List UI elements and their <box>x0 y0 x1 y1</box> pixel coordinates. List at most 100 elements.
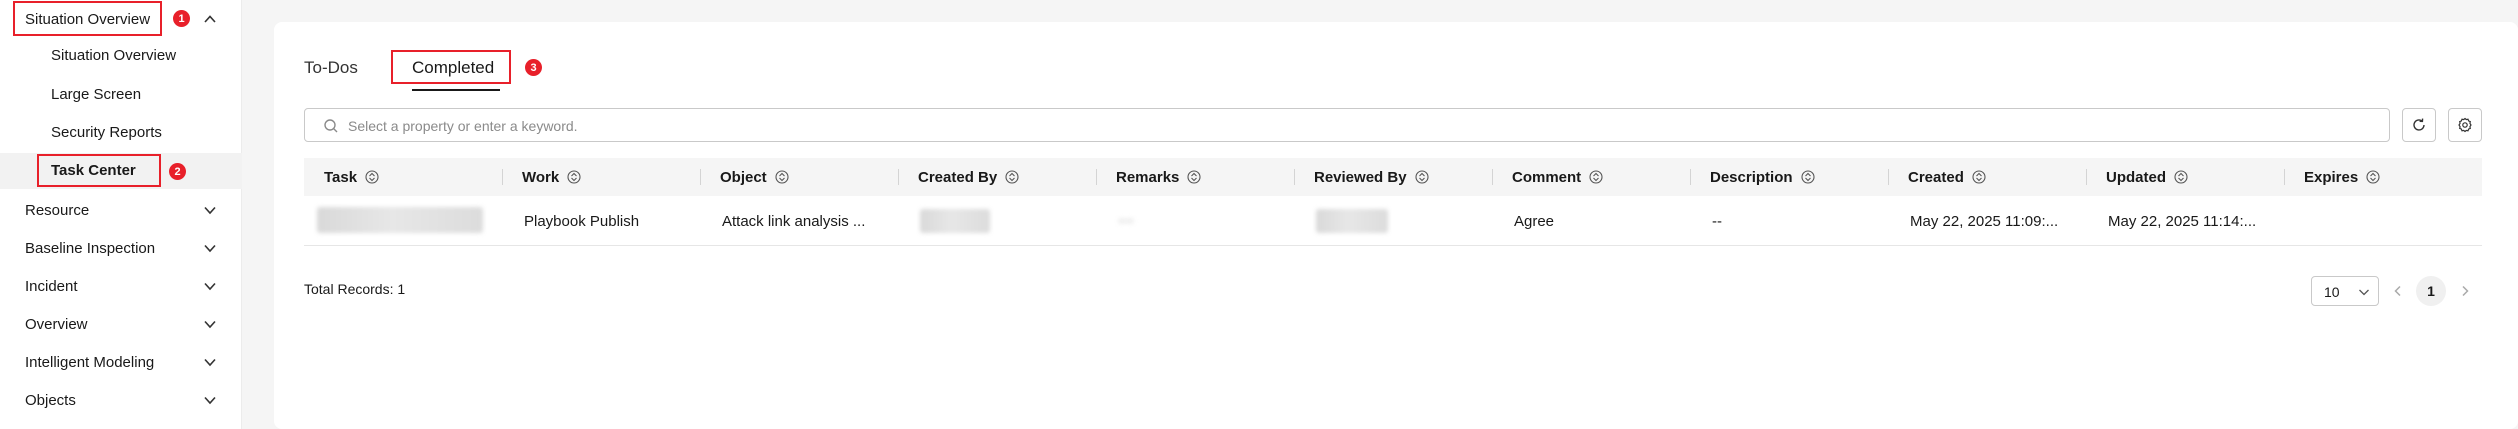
refresh-icon <box>2413 118 2425 131</box>
reviewed-by-redacted <box>1316 209 1388 233</box>
cell-work: Playbook Publish <box>524 212 640 230</box>
chevron-down-icon <box>204 244 216 253</box>
sort-icon[interactable] <box>567 170 581 184</box>
cell-description: -- <box>1712 212 1722 230</box>
sidebar-item-incident[interactable]: Incident <box>0 267 242 305</box>
column-divider <box>1294 169 1295 185</box>
column-header-object[interactable]: Object <box>720 158 789 196</box>
sort-icon[interactable] <box>1972 170 1986 184</box>
column-header-created[interactable]: Created <box>1908 158 1986 196</box>
task-name-redacted[interactable] <box>317 207 483 233</box>
chevron-down-icon <box>204 282 216 291</box>
chevron-left-icon[interactable] <box>2391 284 2405 298</box>
column-divider <box>502 169 503 185</box>
sidebar-item-resource[interactable]: Resource <box>0 191 242 229</box>
sidebar-item-label: Security Reports <box>51 124 162 141</box>
chevron-up-icon[interactable] <box>203 12 217 26</box>
column-header-remarks[interactable]: Remarks <box>1116 158 1201 196</box>
column-divider <box>898 169 899 185</box>
sidebar-item-label: Overview <box>25 315 88 333</box>
sort-icon[interactable] <box>775 170 789 184</box>
chevron-down-icon <box>2359 289 2369 296</box>
column-header-task[interactable]: Task <box>324 158 379 196</box>
sort-icon[interactable] <box>1414 170 1429 184</box>
step-badge-1: 1 <box>173 10 190 27</box>
page-size-value: 10 <box>2324 284 2340 300</box>
column-label: Reviewed By <box>1314 168 1407 186</box>
page-number-current[interactable]: 1 <box>2416 276 2446 306</box>
step-badge-2: 2 <box>169 163 186 180</box>
column-divider <box>1492 169 1493 185</box>
sort-icon[interactable] <box>1187 170 1201 184</box>
sidebar-item-label: Objects <box>25 391 76 409</box>
search-placeholder: Select a property or enter a keyword. <box>348 118 578 134</box>
remarks-redacted <box>1118 218 1134 224</box>
sort-icon[interactable] <box>365 170 379 184</box>
settings-button[interactable] <box>2448 108 2482 142</box>
column-divider <box>2284 169 2285 185</box>
sidebar-item-intelligent-modeling[interactable]: Intelligent Modeling <box>0 343 242 381</box>
column-header-reviewed-by[interactable]: Reviewed By <box>1314 158 1429 196</box>
cell-comment: Agree <box>1514 212 1555 230</box>
column-divider <box>700 169 701 185</box>
column-label: Updated <box>2106 168 2166 186</box>
main-panel: To-Dos Completed 3 Select a property or … <box>274 22 2518 429</box>
column-label: Created By <box>918 168 998 186</box>
sort-icon[interactable] <box>2366 170 2380 184</box>
tab-to-dos[interactable]: To-Dos <box>304 58 358 78</box>
search-input[interactable]: Select a property or enter a keyword. <box>304 108 2390 142</box>
column-label: Created <box>1908 168 1964 186</box>
sort-icon[interactable] <box>1005 170 1019 184</box>
column-header-description[interactable]: Description <box>1710 158 1815 196</box>
column-label: Description <box>1710 168 1793 186</box>
column-divider <box>1690 169 1691 185</box>
highlight-box-3 <box>391 50 511 84</box>
column-label: Work <box>522 168 560 186</box>
sidebar-item-situation-overview[interactable]: Situation Overview <box>0 38 242 74</box>
column-header-work[interactable]: Work <box>522 158 581 196</box>
column-label: Remarks <box>1116 168 1180 186</box>
sidebar: Situation Overview 1 Situation Overview … <box>0 0 242 429</box>
sidebar-item-label: Baseline Inspection <box>25 239 156 257</box>
column-divider <box>1096 169 1097 185</box>
column-divider <box>2086 169 2087 185</box>
sidebar-item-large-screen[interactable]: Large Screen <box>0 77 242 113</box>
cell-updated: May 22, 2025 11:14:... <box>2108 212 2257 230</box>
column-header-created-by[interactable]: Created By <box>918 158 1019 196</box>
refresh-button[interactable] <box>2402 108 2436 142</box>
sort-icon[interactable] <box>1589 170 1603 184</box>
sort-icon[interactable] <box>1800 170 1815 184</box>
column-header-comment[interactable]: Comment <box>1512 158 1603 196</box>
total-records: Total Records: 1 <box>304 281 406 297</box>
cell-created: May 22, 2025 11:09:... <box>1910 212 2059 230</box>
chevron-down-icon <box>204 206 216 215</box>
tab-active-indicator <box>412 89 500 91</box>
sidebar-item-label: Situation Overview <box>51 47 177 64</box>
sidebar-item-security-reports[interactable]: Security Reports <box>0 115 242 151</box>
highlight-box-1 <box>13 1 162 36</box>
gear-icon <box>2458 117 2472 133</box>
page-size-select[interactable]: 10 <box>2311 276 2379 306</box>
step-badge-3: 3 <box>525 59 542 76</box>
chevron-right-icon[interactable] <box>2458 284 2472 298</box>
chevron-down-icon <box>204 358 216 367</box>
column-header-updated[interactable]: Updated <box>2106 158 2188 196</box>
sort-icon[interactable] <box>2174 170 2188 184</box>
sidebar-item-label: Resource <box>25 201 90 219</box>
column-label: Object <box>720 168 767 186</box>
table-row[interactable]: Playbook Publish Attack link analysis ..… <box>304 196 2482 246</box>
sidebar-item-overview[interactable]: Overview <box>0 305 242 343</box>
sidebar-item-label: Incident <box>25 277 78 295</box>
cell-object[interactable]: Attack link analysis ... <box>722 196 865 246</box>
column-header-expires[interactable]: Expires <box>2304 158 2380 196</box>
column-label: Task <box>324 168 358 186</box>
table-header: Task Work Object Created By Remarks Revi… <box>304 158 2482 196</box>
sidebar-item-label: Intelligent Modeling <box>25 353 155 371</box>
chevron-down-icon <box>204 396 216 405</box>
sidebar-item-label: Large Screen <box>51 86 142 103</box>
sidebar-item-objects[interactable]: Objects <box>0 381 242 419</box>
sidebar-item-baseline-inspection[interactable]: Baseline Inspection <box>0 229 242 267</box>
column-label: Comment <box>1512 168 1582 186</box>
chevron-down-icon <box>204 320 216 329</box>
highlight-box-2 <box>37 154 161 187</box>
